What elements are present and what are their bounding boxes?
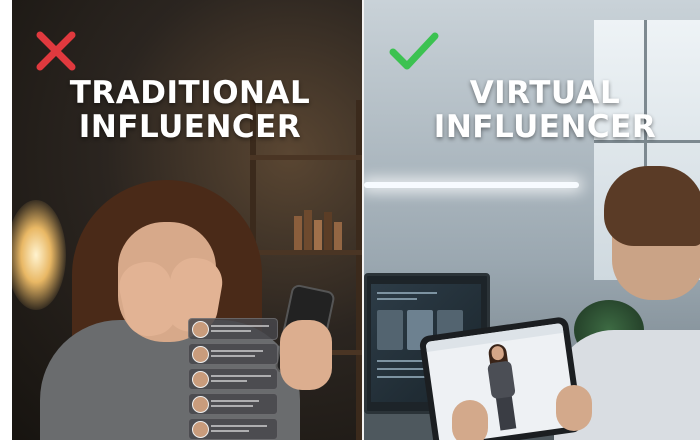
man-hair xyxy=(604,166,700,246)
phone-hand xyxy=(280,320,332,390)
commenter-avatar xyxy=(192,421,209,438)
comment-bubble xyxy=(188,368,278,390)
lamp-glow xyxy=(6,200,66,310)
commenter-avatar xyxy=(192,371,209,388)
title-line: VIRTUAL xyxy=(469,75,621,111)
negative-comments-overlay xyxy=(188,318,278,440)
title-line: INFLUENCER xyxy=(78,109,302,145)
commenter-avatar xyxy=(192,321,209,338)
virtual-avatar xyxy=(483,342,522,431)
comment-bubble xyxy=(188,318,278,340)
check-icon xyxy=(389,32,439,70)
virtual-influencer-title: VIRTUAL INFLUENCER xyxy=(420,76,670,144)
comment-bubble xyxy=(188,343,278,365)
title-line: INFLUENCER xyxy=(433,109,657,145)
panel-divider xyxy=(362,0,364,440)
title-line: TRADITIONAL xyxy=(69,75,311,111)
commenter-avatar xyxy=(192,396,209,413)
cross-icon xyxy=(36,31,76,71)
comparison-image: TRADITIONAL INFLUENCER VIRTUAL INFLUENCE… xyxy=(0,0,700,440)
man-hand xyxy=(452,400,488,440)
man-hand xyxy=(556,385,592,431)
traditional-influencer-title: TRADITIONAL INFLUENCER xyxy=(60,76,320,144)
tablet-screen xyxy=(425,322,577,440)
comment-bubble xyxy=(188,393,278,415)
image-border xyxy=(0,0,12,440)
comment-bubble xyxy=(188,418,278,440)
ceiling-light xyxy=(364,182,579,188)
commenter-avatar xyxy=(192,346,209,363)
